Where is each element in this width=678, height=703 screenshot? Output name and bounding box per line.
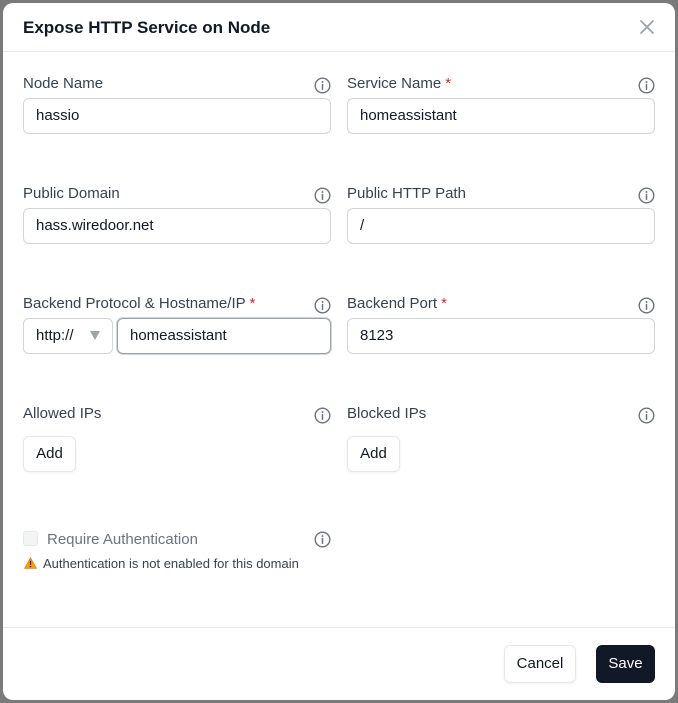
backend-port-input[interactable]: 8123 xyxy=(347,318,655,354)
dropdown-arrow-icon xyxy=(90,331,100,340)
public-http-path-input[interactable]: / xyxy=(347,208,655,244)
public-domain-label: Public Domain xyxy=(23,185,120,202)
required-mark: * xyxy=(249,295,256,312)
dialog-header: Expose HTTP Service on Node xyxy=(3,3,675,52)
add-allowed-ip-button[interactable]: Add xyxy=(23,436,76,472)
protocol-select[interactable]: http:// xyxy=(23,318,113,354)
cancel-button[interactable]: Cancel xyxy=(504,645,576,683)
require-auth-label: Require Authentication xyxy=(47,531,198,548)
info-icon[interactable] xyxy=(638,77,655,94)
info-icon[interactable] xyxy=(638,187,655,204)
required-mark: * xyxy=(445,75,452,92)
dialog-footer: Cancel Save xyxy=(3,627,675,700)
public-http-path-label: Public HTTP Path xyxy=(347,185,466,202)
info-icon[interactable] xyxy=(314,407,331,424)
dialog-title: Expose HTTP Service on Node xyxy=(23,18,271,37)
info-icon[interactable] xyxy=(314,297,331,314)
save-button[interactable]: Save xyxy=(596,645,655,683)
protocol-value: http:// xyxy=(36,327,74,344)
close-icon[interactable] xyxy=(637,17,657,37)
backend-target-label: Backend Protocol & Hostname/IP * xyxy=(23,295,256,312)
add-blocked-ip-button[interactable]: Add xyxy=(347,436,400,472)
node-name-input[interactable]: hassio xyxy=(23,98,331,134)
require-auth-checkbox[interactable] xyxy=(23,531,38,546)
backend-port-label: Backend Port * xyxy=(347,295,447,312)
info-icon[interactable] xyxy=(314,187,331,204)
warning-icon xyxy=(24,557,37,569)
allowed-ips-label: Allowed IPs xyxy=(23,405,102,422)
blocked-ips-label: Blocked IPs xyxy=(347,405,427,422)
info-icon[interactable] xyxy=(314,531,331,548)
backend-hostname-input[interactable]: homeassistant xyxy=(117,318,331,354)
expose-service-dialog: Expose HTTP Service on Node Node Name ha… xyxy=(3,3,675,700)
node-name-label: Node Name xyxy=(23,75,104,92)
info-icon[interactable] xyxy=(638,407,655,424)
public-domain-input[interactable]: hass.wiredoor.net xyxy=(23,208,331,244)
service-name-input[interactable]: homeassistant xyxy=(347,98,655,134)
service-name-label: Service Name * xyxy=(347,75,452,92)
info-icon[interactable] xyxy=(314,77,331,94)
auth-warning-text: Authentication is not enabled for this d… xyxy=(43,556,299,571)
required-mark: * xyxy=(441,295,447,312)
info-icon[interactable] xyxy=(638,297,655,314)
